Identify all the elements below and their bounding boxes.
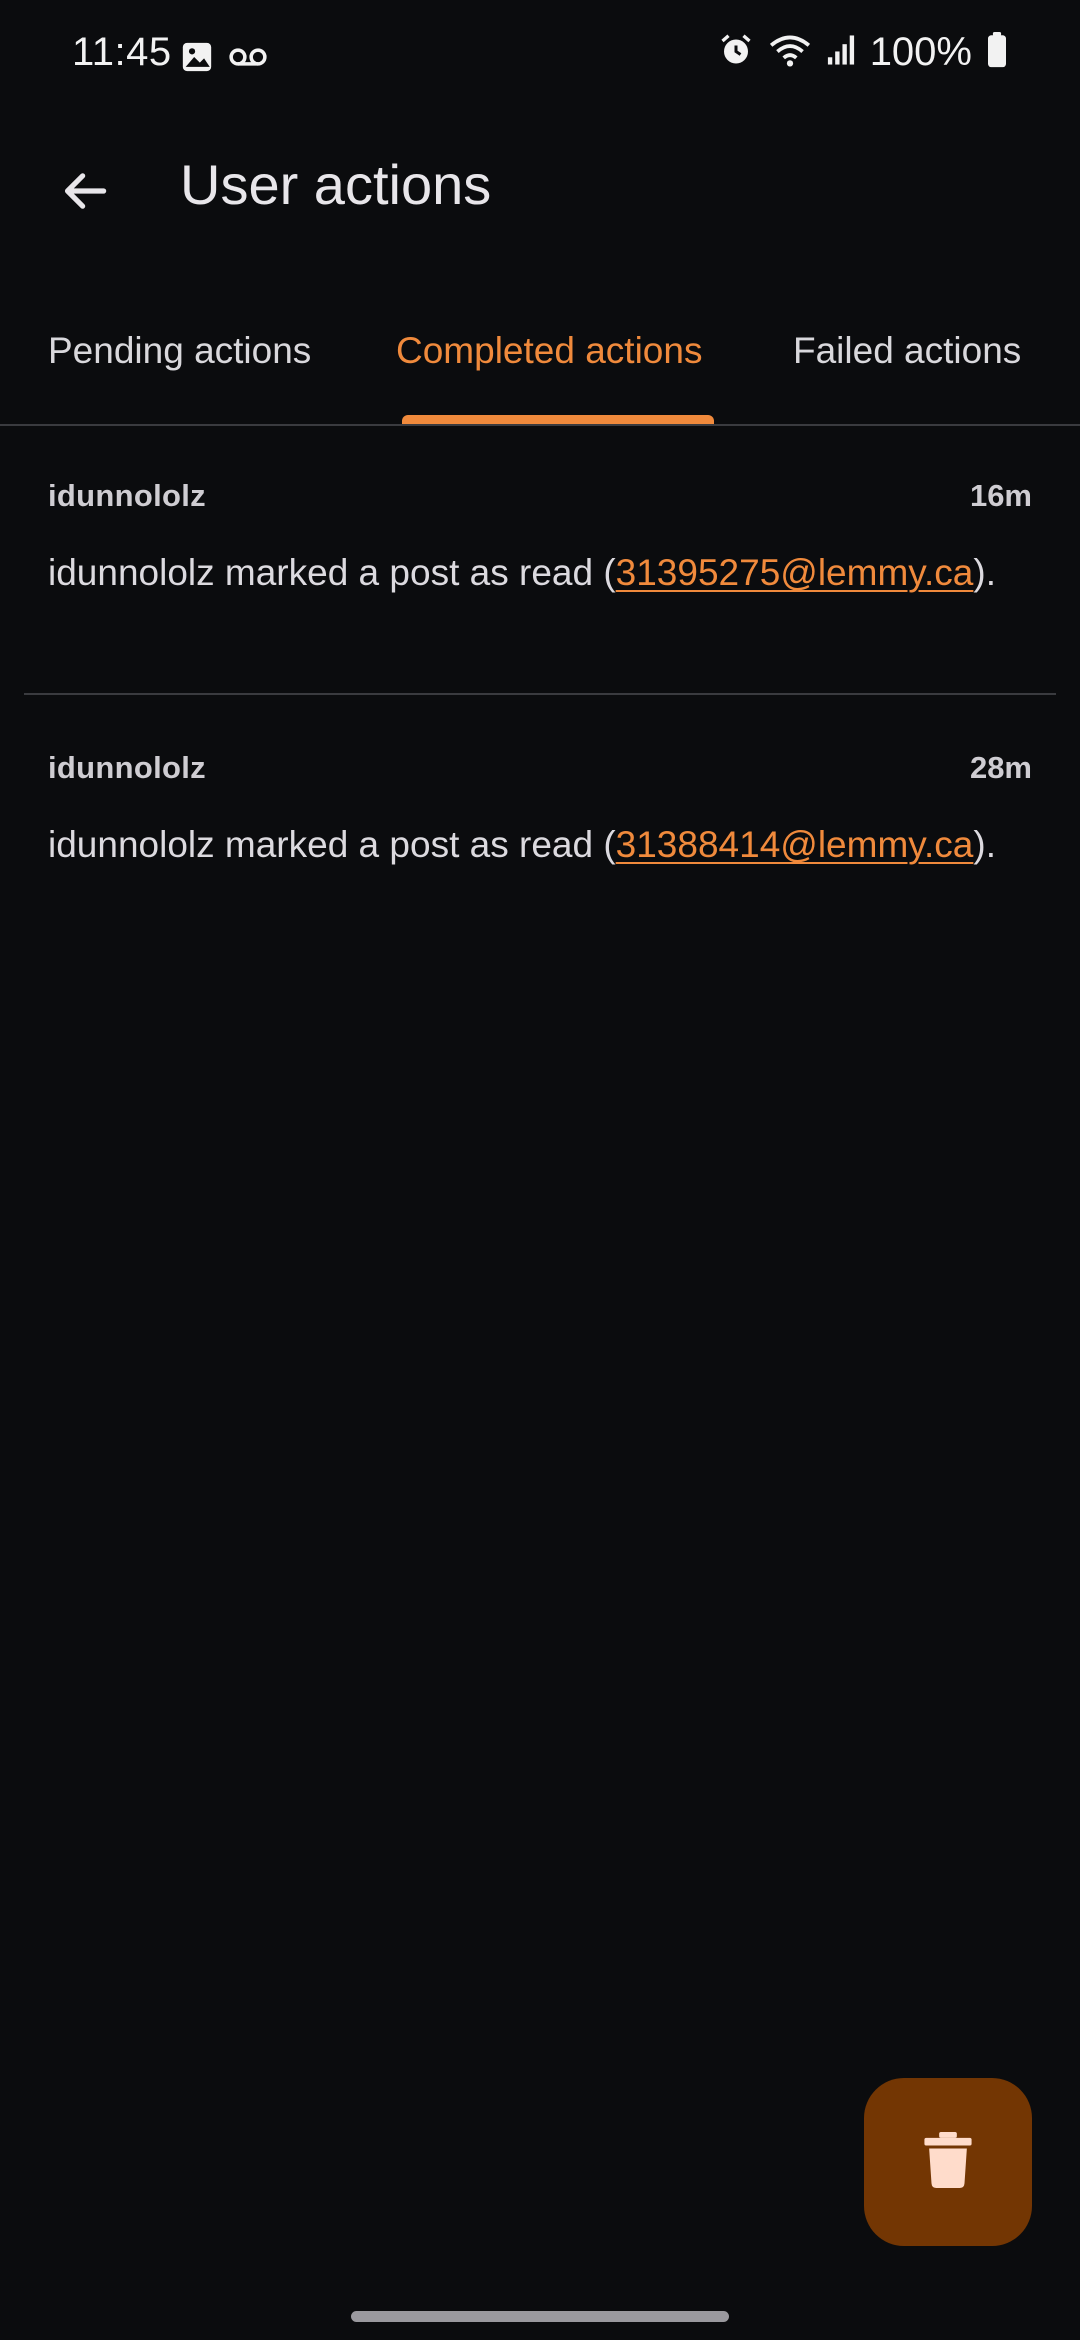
alarm-icon: [718, 32, 754, 73]
arrow-back-icon: [57, 163, 113, 224]
action-text-before: idunnololz marked a post as read (: [48, 552, 616, 593]
signal-icon: [826, 34, 856, 71]
action-text-before: idunnololz marked a post as read (: [48, 824, 616, 865]
back-button[interactable]: [40, 148, 130, 238]
gesture-navigation-bar[interactable]: [351, 2311, 729, 2322]
tab-failed-actions[interactable]: Failed actions: [793, 330, 1021, 372]
status-left-icons: [180, 40, 268, 79]
list-item[interactable]: idunnololz 16m idunnololz marked a post …: [24, 478, 1056, 678]
list-divider: [24, 693, 1056, 695]
delete-all-fab[interactable]: [864, 2078, 1032, 2246]
status-time: 11:45: [72, 30, 172, 74]
status-bar: 11:45 100%: [0, 0, 1080, 112]
page-title: User actions: [180, 153, 492, 216]
action-text-after: ).: [973, 552, 996, 593]
tab-pending-actions[interactable]: Pending actions: [48, 330, 311, 372]
action-timestamp: 16m: [969, 478, 1032, 513]
battery-percent: 100%: [869, 30, 972, 74]
battery-icon: [986, 32, 1008, 73]
action-timestamp: 28m: [969, 750, 1032, 785]
image-icon: [180, 40, 214, 79]
action-text-after: ).: [973, 824, 996, 865]
list-item[interactable]: idunnololz 28m idunnololz marked a post …: [24, 750, 1056, 950]
delete-icon: [924, 2131, 972, 2193]
post-link[interactable]: 31395275@lemmy.ca: [616, 552, 974, 593]
tab-indicator: [402, 415, 714, 424]
tab-completed-actions[interactable]: Completed actions: [396, 330, 702, 372]
post-link[interactable]: 31388414@lemmy.ca: [616, 824, 974, 865]
status-right-icons: 100%: [718, 30, 1008, 75]
action-username: idunnololz: [48, 750, 206, 785]
tab-bar: Pending actions Completed actions Failed…: [0, 300, 1080, 426]
top-app-bar: User actions: [0, 112, 1080, 262]
action-username: idunnololz: [48, 478, 206, 513]
action-description: idunnololz marked a post as read (313952…: [48, 546, 1008, 600]
action-description: idunnololz marked a post as read (313884…: [48, 818, 1008, 872]
wifi-icon: [768, 32, 812, 73]
voicemail-icon: [228, 45, 268, 74]
